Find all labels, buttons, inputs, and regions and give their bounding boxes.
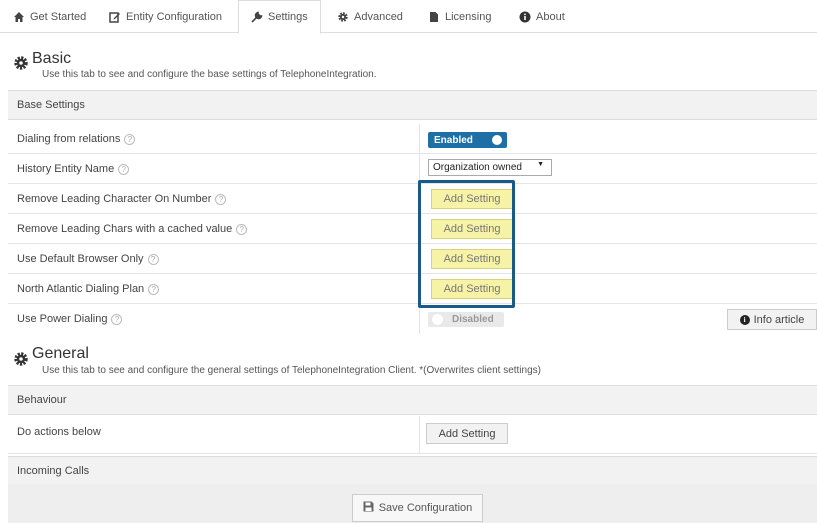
save-configuration-button[interactable]: Save Configuration [352,494,483,522]
section-description: Use this tab to see and configure the ba… [42,69,377,80]
incoming-calls-band: Incoming Calls [8,456,817,484]
wrench-icon [251,11,263,23]
base-settings-band: Base Settings [8,90,817,120]
footer-bar: Save Configuration [8,484,817,523]
dialing-from-relations-toggle[interactable]: Enabled [428,132,507,148]
home-icon [13,11,25,23]
tab-label: Advanced [354,10,403,23]
setting-label: Remove Leading Chars with a cached value… [17,214,248,244]
setting-row-do-actions: Do actions below Add Setting [8,416,817,454]
add-setting-button[interactable]: Add Setting [426,423,508,444]
tab-label: Get Started [30,10,87,23]
tab-licensing[interactable]: Licensing [428,0,491,33]
info-icon: i [739,314,750,325]
tab-entity-configuration[interactable]: Entity Configuration [109,0,222,33]
setting-label: North Atlantic Dialing Plan? [17,274,160,304]
setting-row-history-entity-name: History Entity Name? Organization owned ▼ [8,154,817,184]
setting-label: Do actions below [17,426,101,438]
tab-about[interactable]: About [519,0,565,33]
help-icon[interactable]: ? [118,163,130,175]
setting-row-remove-leading-chars-cached: Remove Leading Chars with a cached value… [8,214,817,244]
tab-label: Settings [268,11,308,23]
help-icon[interactable]: ? [147,253,159,265]
help-icon[interactable]: ? [236,223,248,235]
tab-label: About [536,10,565,23]
setting-label: Dialing from relations? [17,124,136,154]
setting-label: Use Default Browser Only? [17,244,159,274]
gear-icon [337,11,349,23]
help-icon[interactable]: ? [124,133,136,145]
document-icon [428,11,440,23]
setting-row-remove-leading-character: Remove Leading Character On Number? Add … [8,184,817,214]
tab-label: Licensing [445,10,492,23]
help-icon[interactable]: ? [215,193,227,205]
setting-row-dialing-from-relations: Dialing from relations? Enabled [8,124,817,154]
section-title: General [32,345,89,362]
section-title: Basic [32,50,72,67]
setting-label: Remove Leading Character On Number? [17,184,227,214]
info-article-button[interactable]: i Info article [727,309,817,330]
gear-icon [13,351,29,367]
gear-icon [13,55,29,71]
tab-get-started[interactable]: Get Started [13,0,86,33]
edit-icon [109,11,121,23]
use-power-dialing-toggle[interactable]: Disabled [428,312,504,327]
chevron-down-icon: ▼ [537,161,544,168]
behaviour-band: Behaviour [8,385,817,415]
setting-label: Use Power Dialing? [17,304,123,334]
setting-row-use-power-dialing: Use Power Dialing? Disabled [8,304,817,334]
help-icon[interactable]: ? [111,313,123,325]
setting-row-use-default-browser: Use Default Browser Only? Add Setting [8,244,817,274]
highlight-frame [418,180,515,308]
tab-label: Entity Configuration [126,10,222,23]
section-description: Use this tab to see and configure the ge… [42,365,541,376]
tab-advanced[interactable]: Advanced [337,0,403,33]
info-icon [519,11,531,23]
setting-row-north-atlantic-dialing: North Atlantic Dialing Plan? Add Setting [8,274,817,304]
tab-settings[interactable]: Settings [238,0,321,34]
tab-bar: Get Started Entity Configuration Setting… [0,0,817,34]
setting-label: History Entity Name? [17,154,130,184]
help-icon[interactable]: ? [148,283,160,295]
save-icon [363,501,374,515]
history-entity-select[interactable]: Organization owned ▼ [428,159,552,176]
